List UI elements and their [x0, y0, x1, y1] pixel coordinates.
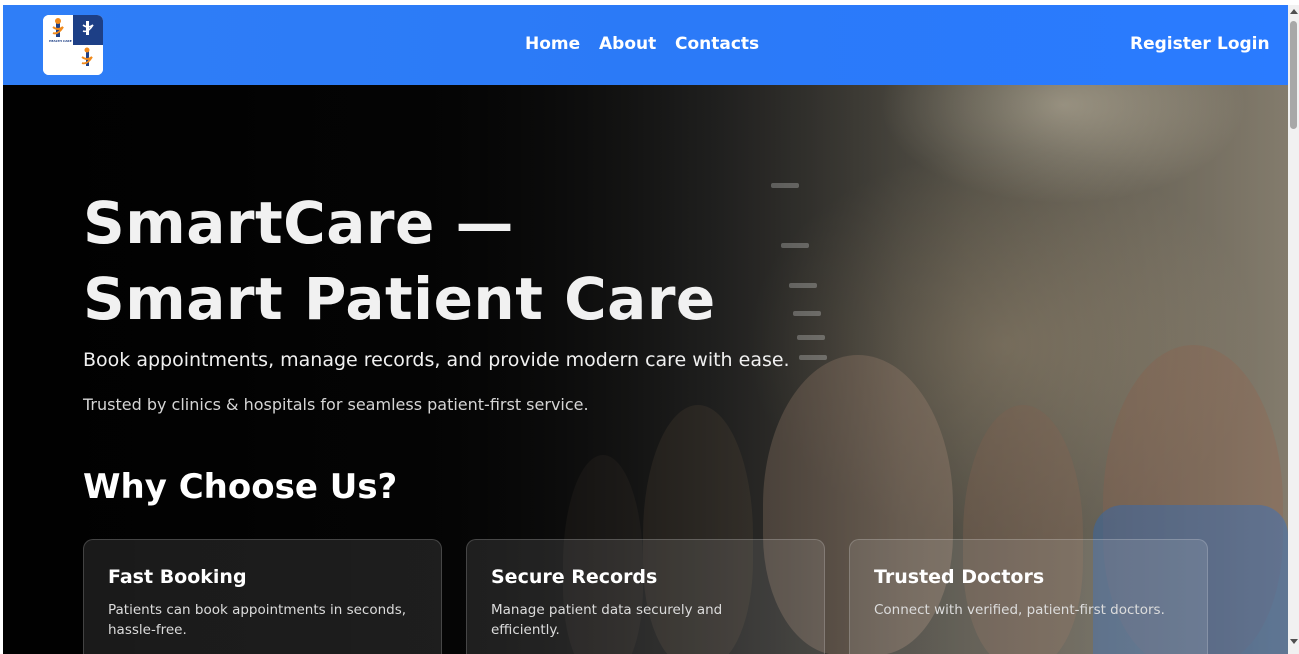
browser-viewport: HEALTH CARE Home About Contacts Register [3, 5, 1288, 654]
scroll-down-arrow-icon[interactable] [1290, 639, 1298, 644]
navbar: HEALTH CARE Home About Contacts Register [3, 5, 1288, 85]
caduceus-icon [82, 21, 94, 35]
feature-card-secure-records[interactable]: Secure Records Manage patient data secur… [466, 539, 825, 654]
feature-card-description: Patients can book appointments in second… [108, 602, 407, 638]
logo-quadrant [43, 45, 73, 75]
why-choose-us-heading: Why Choose Us? [83, 467, 398, 507]
logo-quadrant [73, 45, 103, 75]
feature-card-description: Manage patient data securely and efficie… [491, 602, 723, 638]
feature-card-fast-booking[interactable]: Fast Booking Patients can book appointme… [83, 539, 442, 654]
feature-card-title: Fast Booking [108, 566, 247, 588]
logo-text: HEALTH CARE [49, 39, 72, 43]
hero-trust-line: Trusted by clinics & hospitals for seaml… [83, 395, 589, 414]
nav-contacts-link[interactable]: Contacts [675, 34, 759, 54]
login-link[interactable]: Login [1217, 34, 1270, 54]
logo-quadrant [73, 15, 103, 45]
logo-quadrant: HEALTH CARE [43, 15, 73, 45]
feature-card-title: Secure Records [491, 566, 658, 588]
vertical-scrollbar[interactable] [1288, 5, 1299, 654]
site-logo[interactable]: HEALTH CARE [43, 15, 103, 75]
caduceus-icon [81, 47, 93, 66]
nav-about-link[interactable]: About [599, 34, 656, 54]
hero-section: SmartCare — Smart Patient Care Book appo… [3, 85, 1288, 654]
feature-card-title: Trusted Doctors [874, 566, 1045, 588]
feature-card-description: Connect with verified, patient-first doc… [874, 602, 1165, 618]
register-link[interactable]: Register [1130, 34, 1211, 54]
nav-home-link[interactable]: Home [525, 34, 580, 54]
hero-title: SmartCare — Smart Patient Care [83, 189, 716, 333]
feature-card-trusted-doctors[interactable]: Trusted Doctors Connect with verified, p… [849, 539, 1208, 654]
scroll-up-arrow-icon[interactable] [1290, 9, 1298, 14]
scrollbar-thumb[interactable] [1290, 21, 1297, 129]
hero-subtitle: Book appointments, manage records, and p… [83, 349, 790, 371]
